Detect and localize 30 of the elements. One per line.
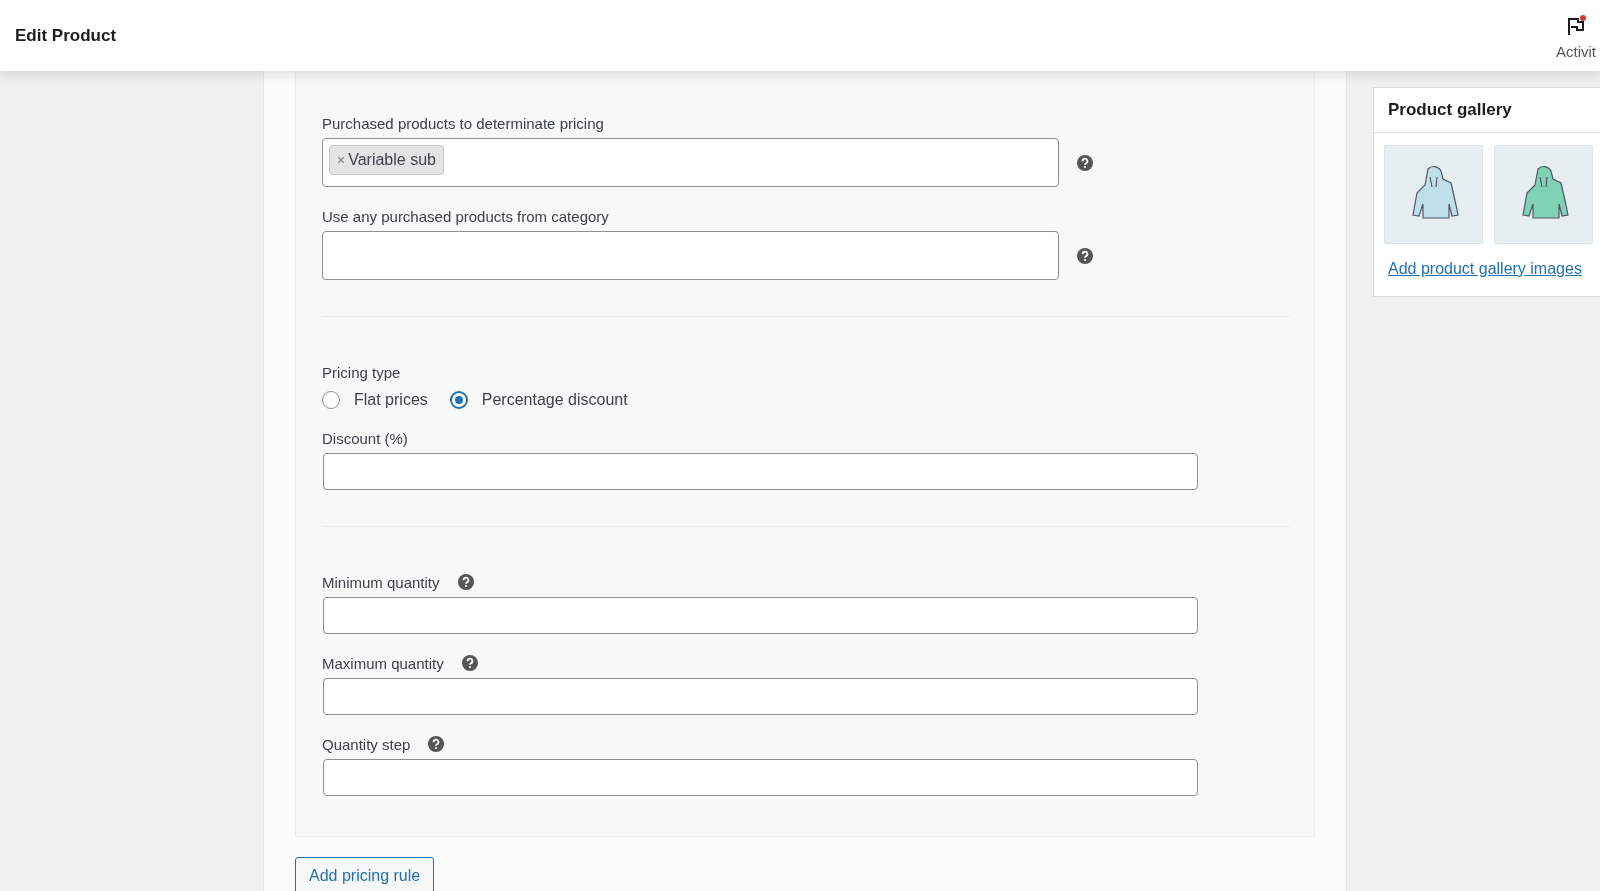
field-label: Pricing type <box>322 363 401 381</box>
text-input-field[interactable] <box>323 759 1198 796</box>
gallery-thumbnail[interactable] <box>1384 145 1483 244</box>
remove-tag-button[interactable]: × <box>337 152 346 168</box>
field-label: Minimum quantity <box>322 573 440 591</box>
selected-tag: Variable sub <box>348 151 436 169</box>
add-pricing-rule-button[interactable]: Add pricing rule <box>295 857 435 891</box>
product-select-field[interactable]: × Variable sub <box>322 138 1059 187</box>
gallery-thumbnail[interactable] <box>1494 145 1593 244</box>
text-input-field[interactable] <box>323 453 1198 490</box>
radio-option[interactable]: Flat prices <box>322 391 428 409</box>
page-title: Edit Product <box>15 25 117 46</box>
field-label: Quantity step <box>322 735 411 753</box>
help-icon[interactable] <box>1077 247 1093 264</box>
help-icon[interactable] <box>457 574 474 590</box>
field-label: Purchased products to determinate pricing <box>322 114 604 132</box>
product-select-field[interactable] <box>322 231 1059 280</box>
panel-title: Product gallery <box>1374 88 1600 133</box>
field-label: Discount (%) <box>322 429 408 447</box>
help-icon[interactable] <box>461 655 478 671</box>
activity-button[interactable]: Activit <box>1550 10 1600 61</box>
flag-icon <box>1565 14 1587 37</box>
help-icon[interactable] <box>1077 154 1093 171</box>
text-input-field[interactable] <box>323 597 1198 634</box>
radio-option[interactable]: Percentage discount <box>449 391 628 409</box>
add-gallery-images-link[interactable]: Add product gallery images <box>1388 260 1582 278</box>
text-input-field[interactable] <box>323 678 1198 715</box>
help-icon[interactable] <box>428 736 445 752</box>
field-label: Maximum quantity <box>322 654 444 672</box>
field-label: Use any purchased products from category <box>322 207 609 225</box>
